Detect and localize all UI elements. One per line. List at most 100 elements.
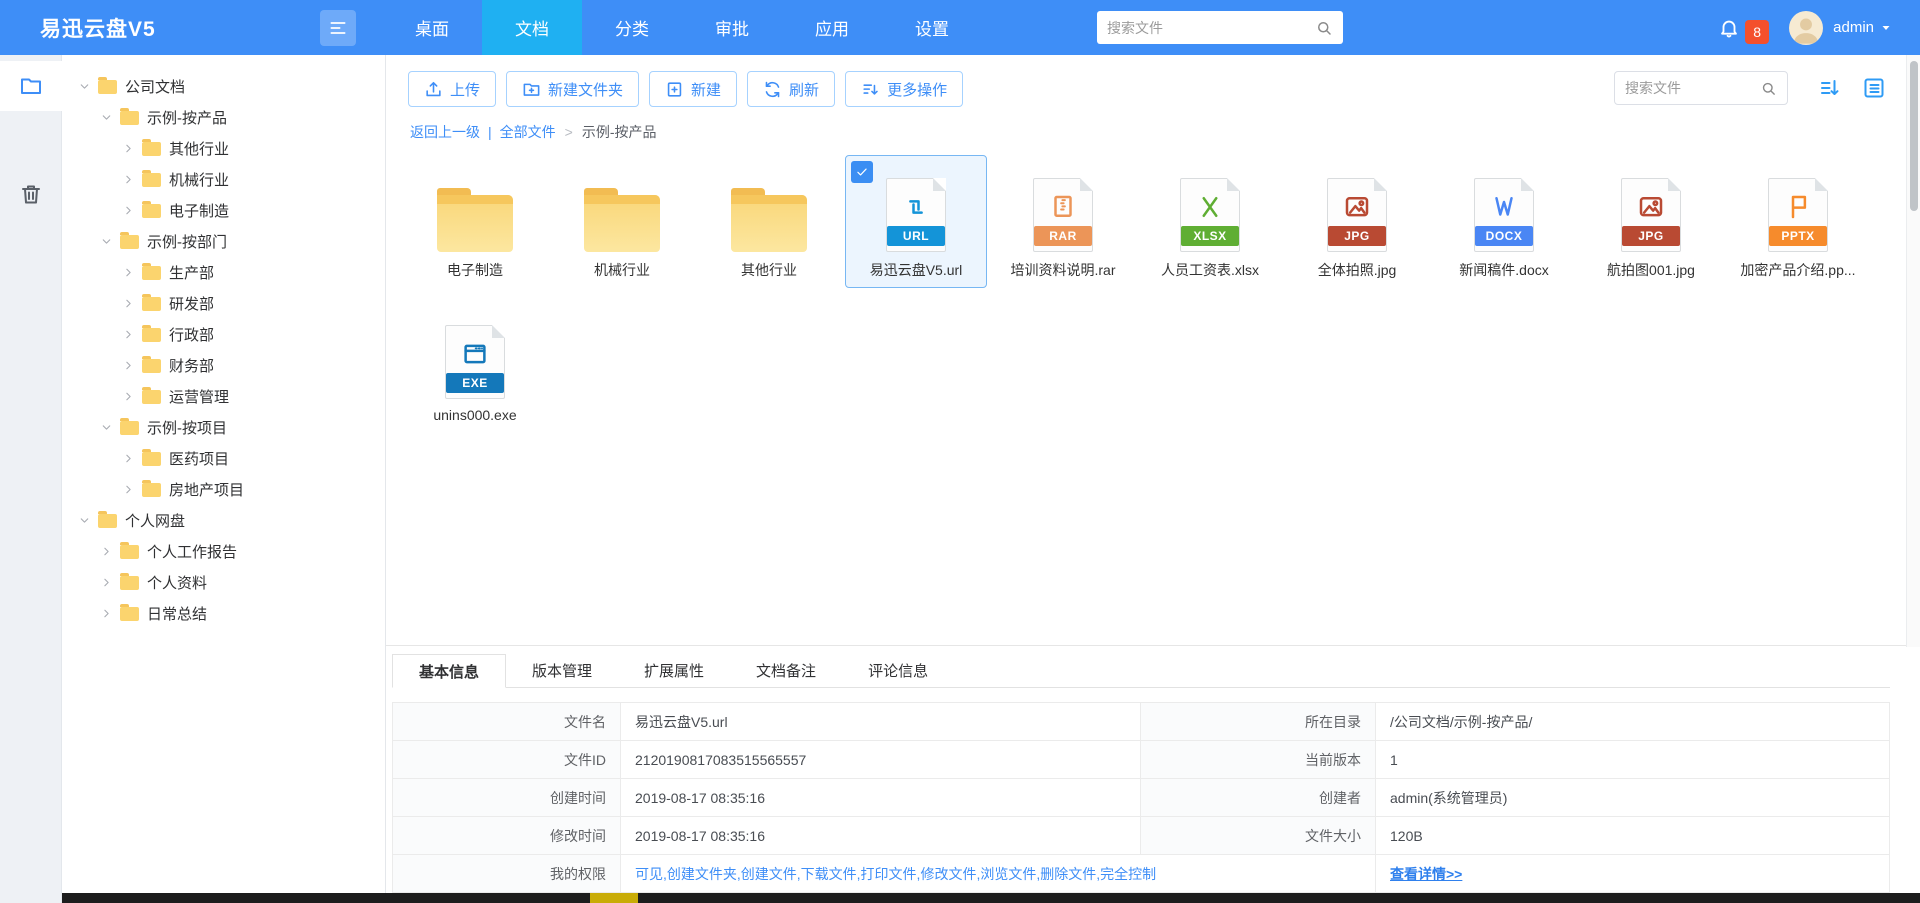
info-value: 2120190817083515565557 <box>621 741 1141 779</box>
file-tile[interactable]: PPTX加密产品介绍.pp... <box>1727 155 1869 288</box>
username[interactable]: admin <box>1833 19 1874 36</box>
menu-toggle-button[interactable] <box>320 10 356 46</box>
tree-item[interactable]: 生产部 <box>62 257 385 288</box>
scrollbar-track[interactable] <box>1906 55 1920 647</box>
tree-item[interactable]: 房地产项目 <box>62 474 385 505</box>
tree-item[interactable]: 公司文档 <box>62 71 385 102</box>
tile-icon-zone: XLSX <box>1180 170 1240 252</box>
tree-item[interactable]: 示例-按部门 <box>62 226 385 257</box>
chevron-right-icon[interactable] <box>98 545 114 558</box>
new-folder-button[interactable]: 新建文件夹 <box>506 71 639 107</box>
nav-item-desktop[interactable]: 桌面 <box>382 0 482 55</box>
notification-badge[interactable]: 8 <box>1745 20 1769 44</box>
refresh-button[interactable]: 刷新 <box>747 71 835 107</box>
chevron-right-icon[interactable] <box>120 483 136 496</box>
file-tile[interactable]: DOCX新闻稿件.docx <box>1433 155 1575 288</box>
view-details-link[interactable]: 查看详情>> <box>1390 866 1462 882</box>
breadcrumb-back-link[interactable]: 返回上一级 <box>410 122 480 142</box>
tab-doc-remarks[interactable]: 文档备注 <box>730 654 842 687</box>
chevron-right-icon[interactable] <box>120 173 136 186</box>
chevron-down-icon[interactable] <box>98 111 114 124</box>
file-checkbox[interactable] <box>851 161 873 183</box>
more-actions-button[interactable]: 更多操作 <box>845 71 963 107</box>
tile-icon-zone: EXE <box>445 317 505 399</box>
chevron-down-icon[interactable] <box>98 421 114 434</box>
file-tile[interactable]: JPG全体拍照.jpg <box>1286 155 1428 288</box>
toolbar-buttons: 上传新建文件夹新建刷新更多操作 <box>408 71 973 107</box>
upload-button[interactable]: 上传 <box>408 71 496 107</box>
rail-item-trash[interactable] <box>0 169 62 219</box>
nav-item-category[interactable]: 分类 <box>582 0 682 55</box>
breadcrumb-current: 示例-按产品 <box>582 122 657 142</box>
folder-icon <box>437 195 513 252</box>
chevron-right-icon[interactable] <box>120 359 136 372</box>
tree-item[interactable]: 日常总结 <box>62 598 385 629</box>
folder-tile[interactable]: 电子制造 <box>404 155 546 288</box>
chevron-down-icon[interactable] <box>98 235 114 248</box>
folder-tile[interactable]: 其他行业 <box>698 155 840 288</box>
navbar-search-input[interactable] <box>1107 20 1315 36</box>
file-tile[interactable]: RAR培训资料说明.rar <box>992 155 1134 288</box>
tree-item[interactable]: 医药项目 <box>62 443 385 474</box>
avatar[interactable] <box>1789 11 1823 45</box>
rail-item-documents[interactable] <box>0 61 62 111</box>
file-tile[interactable]: URL易迅云盘V5.url <box>845 155 987 288</box>
chevron-down-icon[interactable] <box>76 514 92 527</box>
nav-item-documents[interactable]: 文档 <box>482 0 582 55</box>
tree-item[interactable]: 研发部 <box>62 288 385 319</box>
tree-item-label: 示例-按部门 <box>147 231 227 252</box>
tree-item[interactable]: 财务部 <box>62 350 385 381</box>
search-icon[interactable] <box>1760 80 1777 97</box>
chevron-right-icon[interactable] <box>120 390 136 403</box>
tree-item[interactable]: 其他行业 <box>62 133 385 164</box>
chevron-right-icon[interactable] <box>120 452 136 465</box>
tree-item[interactable]: 示例-按项目 <box>62 412 385 443</box>
file-tile[interactable]: XLSX人员工资表.xlsx <box>1139 155 1281 288</box>
tree-item[interactable]: 运营管理 <box>62 381 385 412</box>
search-icon[interactable] <box>1315 19 1333 37</box>
info-label: 文件名 <box>393 703 621 741</box>
tab-comments[interactable]: 评论信息 <box>842 654 954 687</box>
tile-icon-zone: JPG <box>1621 170 1681 252</box>
tree-item-label: 示例-按产品 <box>147 107 227 128</box>
main-nav: 桌面文档分类审批应用设置 <box>382 0 982 55</box>
tree-item[interactable]: 电子制造 <box>62 195 385 226</box>
sort-toggle-icon[interactable] <box>1818 76 1842 100</box>
tree-item[interactable]: 行政部 <box>62 319 385 350</box>
scrollbar-thumb[interactable] <box>1910 61 1918 211</box>
tree-item[interactable]: 个人网盘 <box>62 505 385 536</box>
chevron-right-icon[interactable] <box>120 328 136 341</box>
nav-item-apps[interactable]: 应用 <box>782 0 882 55</box>
new-button[interactable]: 新建 <box>649 71 737 107</box>
file-tile[interactable]: EXEunins000.exe <box>404 302 546 435</box>
chevron-right-icon[interactable] <box>98 576 114 589</box>
chevron-right-icon[interactable] <box>120 266 136 279</box>
folder-tile[interactable]: 机械行业 <box>551 155 693 288</box>
info-row: 修改时间2019-08-17 08:35:16文件大小120B <box>393 817 1890 855</box>
chevron-right-icon[interactable] <box>120 204 136 217</box>
tree-item[interactable]: 示例-按产品 <box>62 102 385 133</box>
tab-basic-info[interactable]: 基本信息 <box>392 654 506 688</box>
chevron-right-icon[interactable] <box>120 297 136 310</box>
tab-ext-props[interactable]: 扩展属性 <box>618 654 730 687</box>
nav-item-settings[interactable]: 设置 <box>882 0 982 55</box>
notification-bell-icon[interactable] <box>1718 17 1740 39</box>
tab-version-mgmt[interactable]: 版本管理 <box>506 654 618 687</box>
nav-item-approval[interactable]: 审批 <box>682 0 782 55</box>
info-value: 可见,创建文件夹,创建文件,下载文件,打印文件,修改文件,浏览文件,删除文件,完… <box>621 855 1376 893</box>
tile-icon-zone: JPG <box>1327 170 1387 252</box>
toolbar-search-input[interactable] <box>1625 80 1760 96</box>
file-tile[interactable]: JPG航拍图001.jpg <box>1580 155 1722 288</box>
tree-item-label: 电子制造 <box>169 200 229 221</box>
chevron-right-icon[interactable] <box>120 142 136 155</box>
chevron-right-icon[interactable] <box>98 607 114 620</box>
folder-icon <box>142 173 161 187</box>
caret-down-icon[interactable] <box>1880 22 1892 34</box>
chev-glyph <box>78 80 91 93</box>
list-view-icon[interactable] <box>1862 76 1886 100</box>
chevron-down-icon[interactable] <box>76 80 92 93</box>
breadcrumb-root-link[interactable]: 全部文件 <box>500 122 556 142</box>
tree-item[interactable]: 个人资料 <box>62 567 385 598</box>
tree-item[interactable]: 个人工作报告 <box>62 536 385 567</box>
tree-item[interactable]: 机械行业 <box>62 164 385 195</box>
